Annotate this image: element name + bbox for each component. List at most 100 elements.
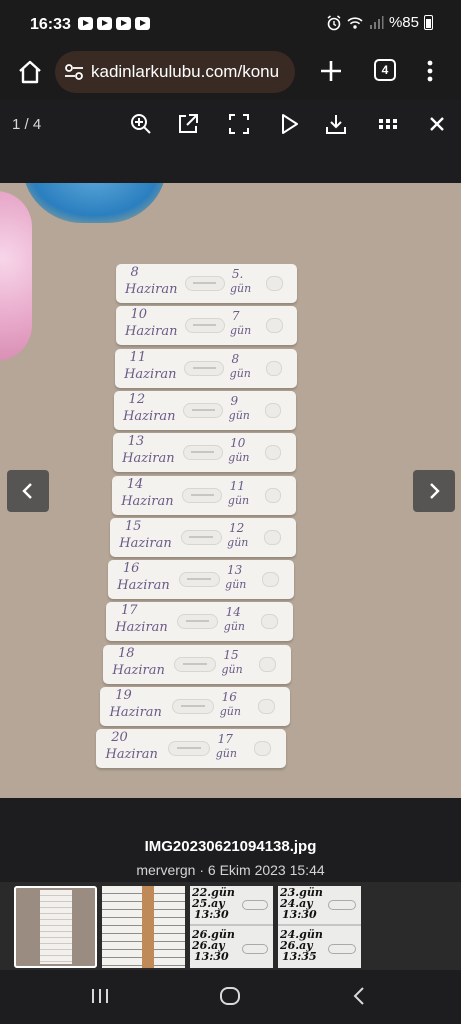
test-strip: 18 Haziran 15 gün bbox=[103, 644, 291, 684]
youtube-notification-icon bbox=[78, 17, 93, 30]
strip-day-label: gün bbox=[219, 705, 241, 718]
strip-day-label: gün bbox=[227, 493, 250, 507]
thumbnails-grid-icon[interactable] bbox=[376, 112, 400, 136]
test-strip: 13 Haziran 10 gün bbox=[113, 433, 296, 473]
strip-month: Haziran bbox=[125, 282, 178, 297]
strip-day-number: 5. bbox=[231, 267, 244, 281]
strip-result-window bbox=[172, 699, 214, 714]
strip-sample-well bbox=[266, 318, 283, 334]
url-text[interactable]: kadinlarkulubu.com/konu bbox=[91, 62, 289, 82]
battery-icon bbox=[424, 15, 433, 30]
next-image-button[interactable] bbox=[413, 470, 455, 512]
youtube-notification-icon bbox=[135, 17, 150, 30]
strip-date: 16 bbox=[122, 561, 140, 577]
strip-day-label: gün bbox=[229, 366, 251, 380]
strip-day-number: 10 bbox=[230, 436, 246, 451]
strip-day-number: 16 bbox=[221, 690, 237, 704]
strip-result-window bbox=[182, 445, 223, 461]
zoom-in-icon[interactable] bbox=[129, 112, 153, 136]
thumbnail-3[interactable]: 22.gün 25.ay 13:30 26.gün 26.ay 13:30 bbox=[190, 886, 273, 968]
strip-date: 13 bbox=[127, 434, 145, 450]
strip-day-label: gün bbox=[230, 324, 252, 338]
image-filename: IMG20230621094138.jpg bbox=[144, 838, 317, 855]
strip-result-window bbox=[178, 572, 220, 588]
strip-day-label: gün bbox=[230, 282, 252, 295]
strip-sample-well bbox=[253, 741, 271, 757]
strip-result-window bbox=[174, 656, 216, 672]
new-tab-icon[interactable] bbox=[316, 56, 346, 86]
strip-day-number: 14 bbox=[225, 605, 241, 620]
strip-day-label: gün bbox=[221, 662, 243, 676]
strip-month: Haziran bbox=[115, 620, 168, 636]
strip-date: 15 bbox=[124, 518, 142, 534]
strip-date: 8 bbox=[130, 265, 139, 280]
strip-date: 11 bbox=[129, 349, 147, 365]
browser-toolbar: kadinlarkulubu.com/konu 4 bbox=[0, 50, 461, 100]
test-strip: 15 Haziran 12 gün bbox=[110, 517, 296, 557]
youtube-notification-icon bbox=[97, 17, 112, 30]
test-strip: 14 Haziran 11 gün bbox=[112, 475, 296, 515]
strip-date: 10 bbox=[130, 307, 148, 323]
previous-image-button[interactable] bbox=[7, 470, 49, 512]
thumbnail-2[interactable] bbox=[102, 886, 185, 968]
battery-percent: %85 bbox=[388, 14, 419, 31]
test-strip: 10 Haziran 7 gün bbox=[116, 306, 297, 346]
fullscreen-icon[interactable] bbox=[227, 112, 251, 136]
blue-bowl bbox=[22, 183, 167, 223]
status-time: 16:33 bbox=[30, 16, 71, 33]
download-icon[interactable] bbox=[324, 112, 348, 136]
close-icon[interactable] bbox=[425, 112, 449, 136]
signal-icon bbox=[369, 15, 384, 29]
thumbnail-4[interactable]: 23.gün 24.ay 13:30 24.gün 26.ay 13:35 bbox=[278, 886, 361, 968]
strip-month: Haziran bbox=[119, 535, 172, 551]
address-bar[interactable]: kadinlarkulubu.com/konu bbox=[55, 51, 295, 93]
strip-month: Haziran bbox=[123, 408, 176, 424]
strip-day-number: 7 bbox=[231, 309, 240, 324]
status-bar: 16:33 %85 bbox=[0, 0, 461, 50]
strip-result-window bbox=[177, 614, 219, 630]
strip-month: Haziran bbox=[109, 705, 162, 720]
strip-sample-well bbox=[264, 445, 282, 461]
recent-apps-icon[interactable] bbox=[88, 984, 112, 1008]
tab-count-button[interactable]: 4 bbox=[374, 59, 396, 81]
strip-day-number: 12 bbox=[229, 520, 245, 535]
chevron-left-icon bbox=[22, 483, 32, 499]
strip-result-window bbox=[181, 487, 223, 503]
back-icon[interactable] bbox=[348, 984, 372, 1008]
thumbnail-1[interactable] bbox=[14, 886, 97, 968]
strip-result-window bbox=[180, 529, 222, 545]
strip-sample-well bbox=[262, 572, 280, 588]
strip-month: Haziran bbox=[105, 747, 158, 763]
site-settings-icon[interactable] bbox=[63, 61, 85, 83]
strip-day-label: gün bbox=[228, 451, 250, 465]
test-strip: 20 Haziran 17 gün bbox=[96, 729, 286, 769]
strip-result-window bbox=[184, 318, 225, 334]
strip-date: 19 bbox=[115, 688, 132, 703]
slideshow-play-icon[interactable] bbox=[277, 112, 301, 136]
strip-sample-well bbox=[257, 699, 275, 714]
strip-date: 14 bbox=[126, 476, 144, 492]
strip-month: Haziran bbox=[121, 493, 174, 509]
more-options-icon[interactable] bbox=[420, 56, 440, 86]
pink-vase bbox=[0, 191, 32, 361]
home-icon[interactable] bbox=[14, 56, 46, 88]
strip-sample-well bbox=[266, 276, 283, 291]
strip-sample-well bbox=[264, 529, 282, 545]
strip-sample-well bbox=[264, 487, 282, 503]
strip-date: 12 bbox=[128, 391, 146, 407]
strip-result-window bbox=[184, 276, 225, 291]
chevron-right-icon bbox=[430, 483, 440, 499]
strip-month: Haziran bbox=[122, 451, 175, 467]
home-nav-icon[interactable] bbox=[218, 984, 242, 1008]
main-photo[interactable]: 8 Haziran 5. gün 10 Haziran 7 gün 11 Haziran 8 gün 1… bbox=[0, 183, 461, 798]
strip-day-number: 11 bbox=[229, 478, 246, 493]
youtube-notification-icon bbox=[116, 17, 131, 30]
strip-day-number: 13 bbox=[227, 563, 243, 578]
strip-day-label: gün bbox=[223, 620, 246, 634]
open-external-icon[interactable] bbox=[176, 112, 200, 136]
test-strip: 17 Haziran 14 gün bbox=[106, 602, 293, 642]
strip-day-label: gün bbox=[228, 408, 250, 422]
image-author-date: mervergn · 6 Ekim 2023 15:44 bbox=[136, 862, 325, 878]
strip-day-label: gün bbox=[227, 535, 249, 549]
strip-month: Haziran bbox=[112, 662, 165, 678]
